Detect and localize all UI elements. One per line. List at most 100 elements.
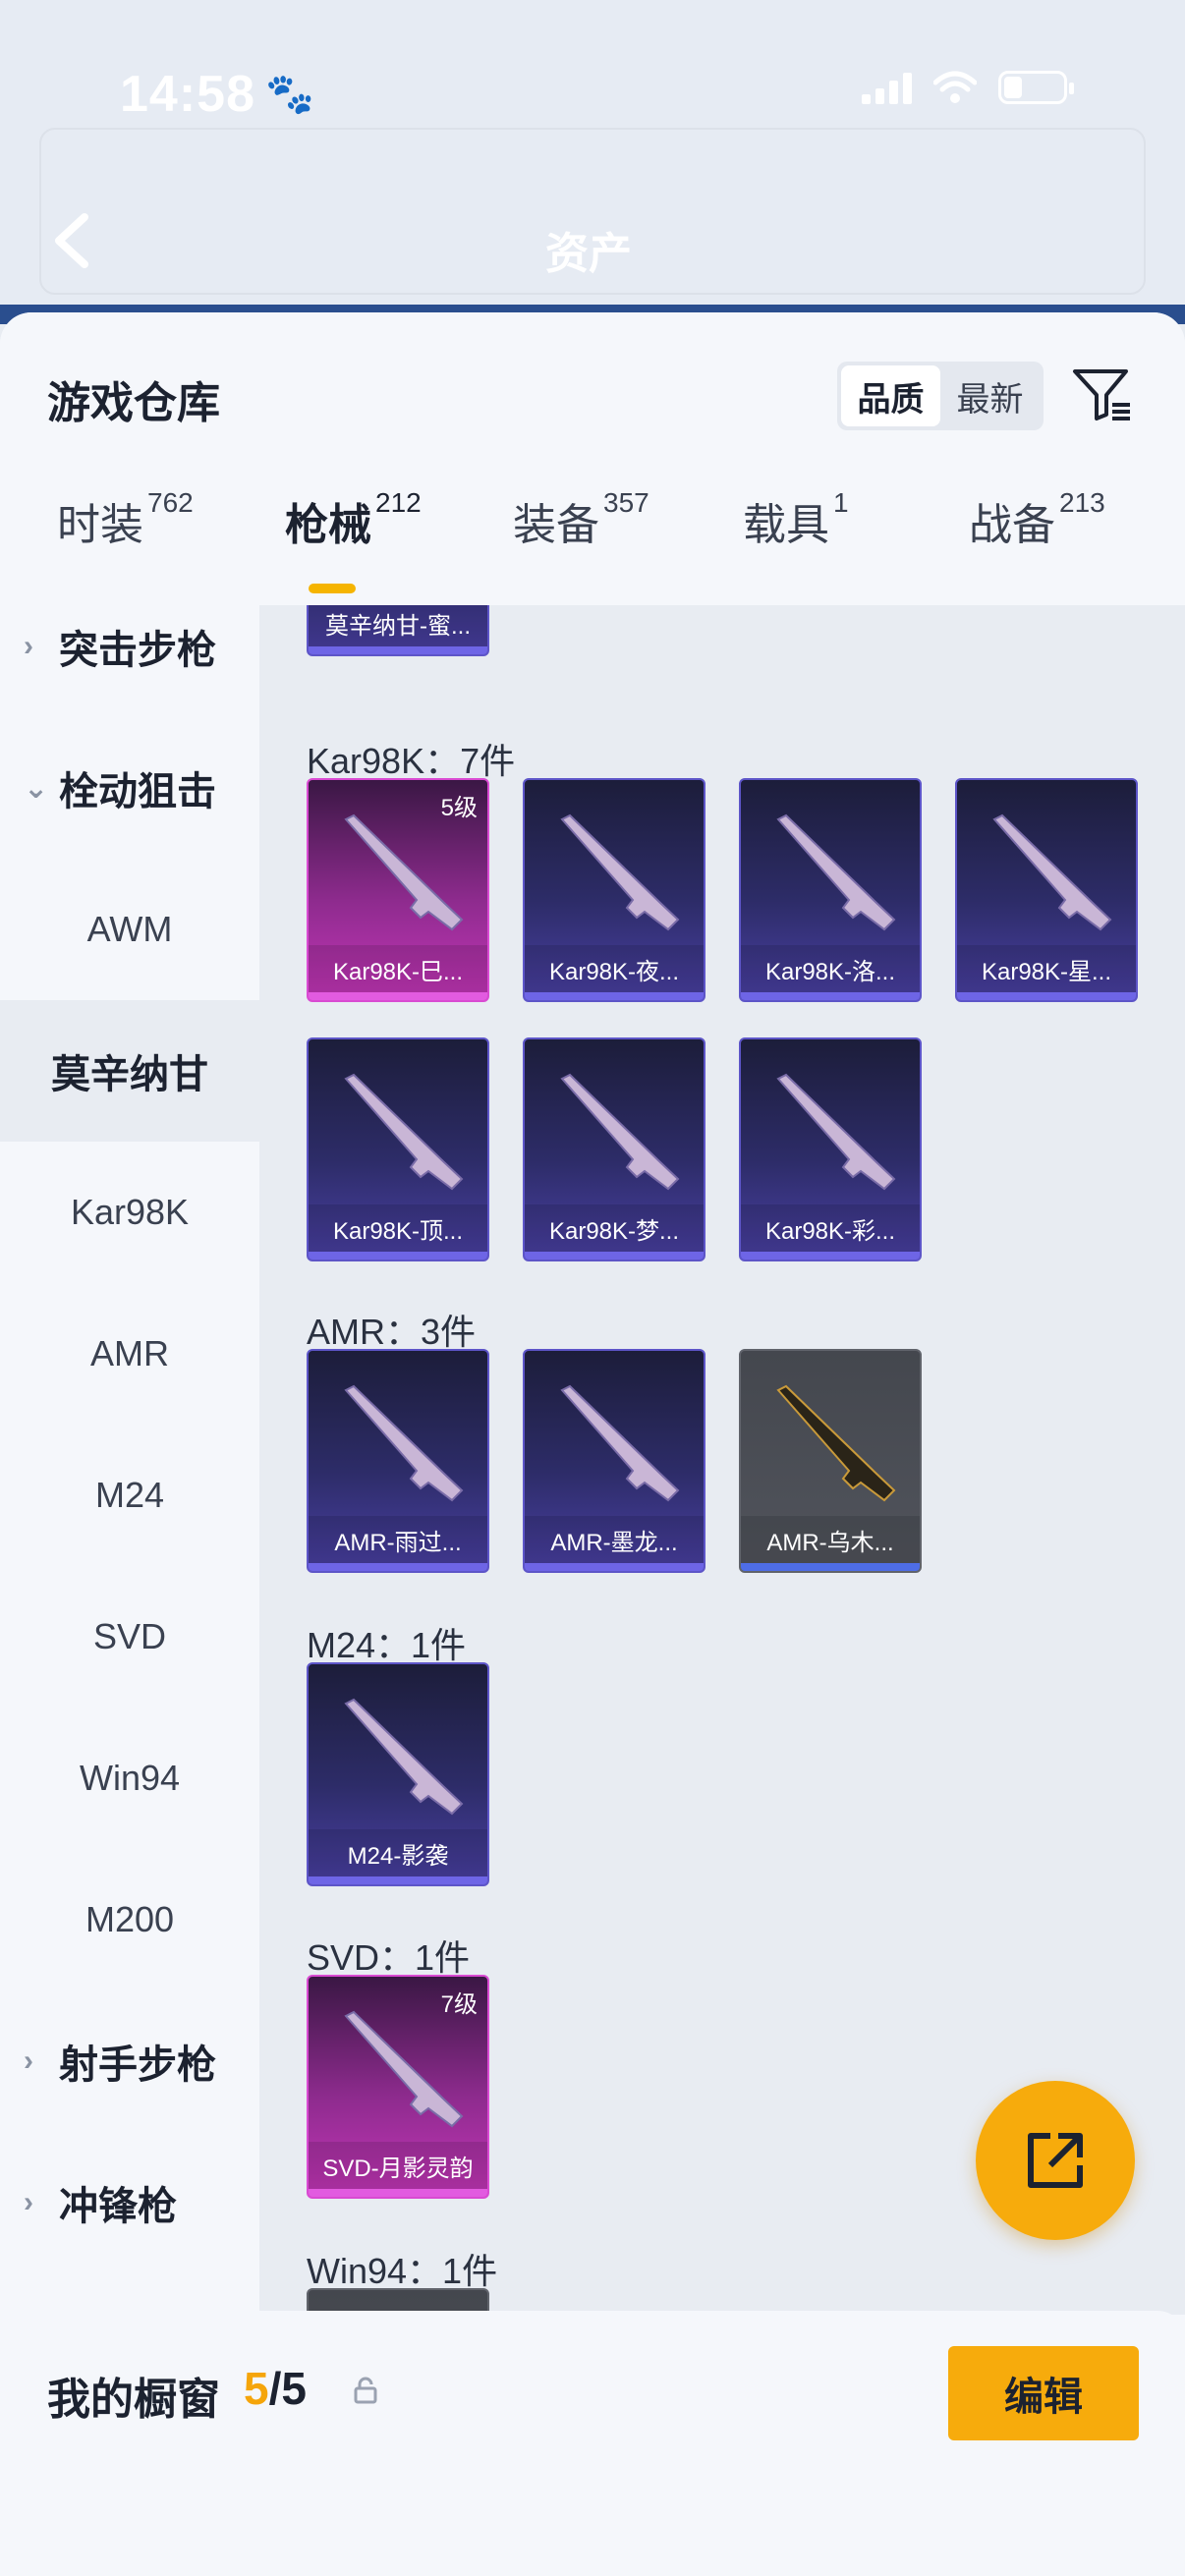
rifle-icon	[560, 813, 680, 931]
rarity-stripe	[309, 1563, 487, 1571]
weapon-card[interactable]: Kar98K-洛...	[739, 778, 922, 1002]
rarity-stripe	[741, 992, 920, 1000]
weapon-name: Kar98K-夜...	[525, 945, 704, 992]
sidebar-item-9[interactable]: M200	[0, 1849, 259, 1990]
warehouse-sheet: 游戏仓库 品质 最新 时装 762 枪械 212 装备 357 载具 1 战备 …	[0, 312, 1185, 2576]
weapon-name: Kar98K-顶...	[309, 1204, 487, 1252]
weapon-card[interactable]: Kar98K-彩...	[739, 1037, 922, 1261]
weapon-card[interactable]: Kar98K-梦...	[523, 1037, 705, 1261]
tab-vehicles[interactable]: 载具 1	[743, 487, 849, 552]
showcase-max: 5	[281, 2363, 307, 2414]
weapon-card[interactable]: 5级 Kar98K-巳...	[307, 778, 489, 1002]
chevron-right-icon: ›	[24, 2044, 33, 2077]
tab-label: 时装	[57, 501, 143, 549]
showcase-label: 我的橱窗	[47, 2376, 220, 2424]
rifle-icon	[776, 1073, 896, 1191]
showcase-current: 5	[244, 2363, 269, 2414]
weapon-card[interactable]: AMR-乌木...	[739, 1349, 922, 1573]
section-title: SVD：1件	[307, 1937, 471, 1978]
sidebar-item-label: 射手步枪	[59, 2044, 216, 2087]
weapon-name: Kar98K-彩...	[741, 1204, 920, 1252]
rarity-stripe	[309, 2189, 487, 2197]
weapon-card[interactable]: Kar98K-夜...	[523, 778, 705, 1002]
sidebar-item-6[interactable]: M24	[0, 1425, 259, 1566]
rifle-icon	[344, 2010, 464, 2128]
weapon-card[interactable]: Kar98K-星...	[955, 778, 1138, 1002]
sidebar-item-label: 栓动狙击	[59, 770, 216, 813]
share-button[interactable]	[976, 2081, 1135, 2240]
sidebar-item-8[interactable]: Win94	[0, 1708, 259, 1849]
sidebar-item-label: 突击步枪	[59, 629, 216, 672]
sidebar-item-7[interactable]: SVD	[0, 1566, 259, 1708]
section-title: Win94：1件	[307, 2251, 498, 2291]
sidebar-item-3[interactable]: 莫辛纳甘	[0, 1000, 259, 1142]
weapon-card[interactable]: M24-影袭	[307, 1662, 489, 1886]
weapon-name: AMR-雨过...	[309, 1516, 487, 1563]
tab-count: 762	[147, 487, 194, 518]
tab-firearms[interactable]: 枪械 212	[285, 487, 422, 552]
tab-label: 战备	[969, 501, 1055, 549]
weapon-name: 莫辛纳甘-蜜...	[309, 605, 487, 646]
weapon-name: Kar98K-洛...	[741, 945, 920, 992]
back-icon[interactable]	[47, 211, 96, 270]
sort-by-quality[interactable]: 品质	[841, 365, 940, 426]
rarity-stripe	[741, 1252, 920, 1260]
weapon-card[interactable]: AMR-墨龙...	[523, 1349, 705, 1573]
rifle-icon	[992, 813, 1112, 931]
weapon-card[interactable]: 7级 SVD-月影灵韵	[307, 1975, 489, 2199]
chevron-down-icon: ⌄	[24, 771, 49, 805]
status-time: 14:58	[120, 66, 255, 123]
external-link-icon	[1028, 2133, 1083, 2188]
edit-button[interactable]: 编辑	[948, 2346, 1139, 2440]
sidebar-item-label: M200	[85, 1899, 175, 1939]
weapon-name: Kar98K-梦...	[525, 1204, 704, 1252]
sidebar-group-1[interactable]: ⌄ 栓动狙击	[0, 717, 259, 859]
tab-equipment[interactable]: 装备 357	[513, 487, 649, 552]
rarity-stripe	[309, 646, 487, 654]
tab-count: 357	[603, 487, 649, 518]
wifi-icon	[933, 71, 977, 103]
rarity-stripe	[741, 1563, 920, 1571]
sidebar-item-label: M24	[94, 1475, 165, 1515]
weapon-name: AMR-乌木...	[741, 1516, 920, 1563]
sidebar-group-0[interactable]: › 突击步枪	[0, 576, 259, 717]
rarity-stripe	[525, 992, 704, 1000]
sidebar-item-2[interactable]: AWM	[0, 859, 259, 1000]
rifle-icon	[344, 1698, 464, 1816]
tab-count: 1	[833, 487, 849, 518]
paw-icon: 🐾	[265, 73, 314, 116]
rifle-icon	[776, 813, 896, 931]
weapon-card[interactable]: AMR-雨过...	[307, 1349, 489, 1573]
weapon-card[interactable]: 莫辛纳甘-蜜...	[307, 605, 489, 656]
sheet-header: 游戏仓库 品质 最新 时装 762 枪械 212 装备 357 载具 1 战备 …	[0, 312, 1185, 597]
rifle-icon	[776, 1384, 896, 1502]
sidebar-group-11[interactable]: › 冲锋枪	[0, 2132, 259, 2273]
sort-by-newest[interactable]: 最新	[940, 365, 1040, 426]
rarity-stripe	[309, 992, 487, 1000]
section-title: M24：1件	[307, 1625, 467, 1665]
showcase-separator: /	[268, 2363, 282, 2414]
weapon-type-sidebar: › 突击步枪 ⌄ 栓动狙击 AWM 莫辛纳甘 Kar98K AMR M24 SVD Win94 M20…	[0, 605, 259, 2315]
tab-count: 213	[1059, 487, 1105, 518]
rarity-stripe	[309, 1876, 487, 1884]
section-title: AMR：3件	[307, 1312, 477, 1352]
tab-label: 枪械	[285, 501, 371, 549]
level-badge: 7级	[440, 1991, 478, 2018]
rifle-icon	[344, 1073, 464, 1191]
weapon-card[interactable]: Kar98K-顶...	[307, 1037, 489, 1261]
signal-icon	[862, 71, 912, 104]
tab-label: 载具	[743, 501, 829, 549]
section-title: Kar98K：7件	[307, 741, 516, 781]
tab-fashion[interactable]: 时装 762	[57, 487, 194, 552]
rarity-stripe	[957, 992, 1136, 1000]
sidebar-item-4[interactable]: Kar98K	[0, 1142, 259, 1283]
sidebar-group-10[interactable]: › 射手步枪	[0, 1990, 259, 2132]
rifle-icon	[560, 1384, 680, 1502]
tab-supplies[interactable]: 战备 213	[969, 487, 1105, 552]
tab-count: 212	[375, 487, 422, 518]
filter-icon[interactable]	[1069, 362, 1134, 426]
sidebar-item-5[interactable]: AMR	[0, 1283, 259, 1425]
status-bar: 14:58 🐾	[0, 59, 1185, 138]
active-tab-indicator	[309, 584, 356, 593]
chevron-right-icon: ›	[24, 2186, 33, 2218]
